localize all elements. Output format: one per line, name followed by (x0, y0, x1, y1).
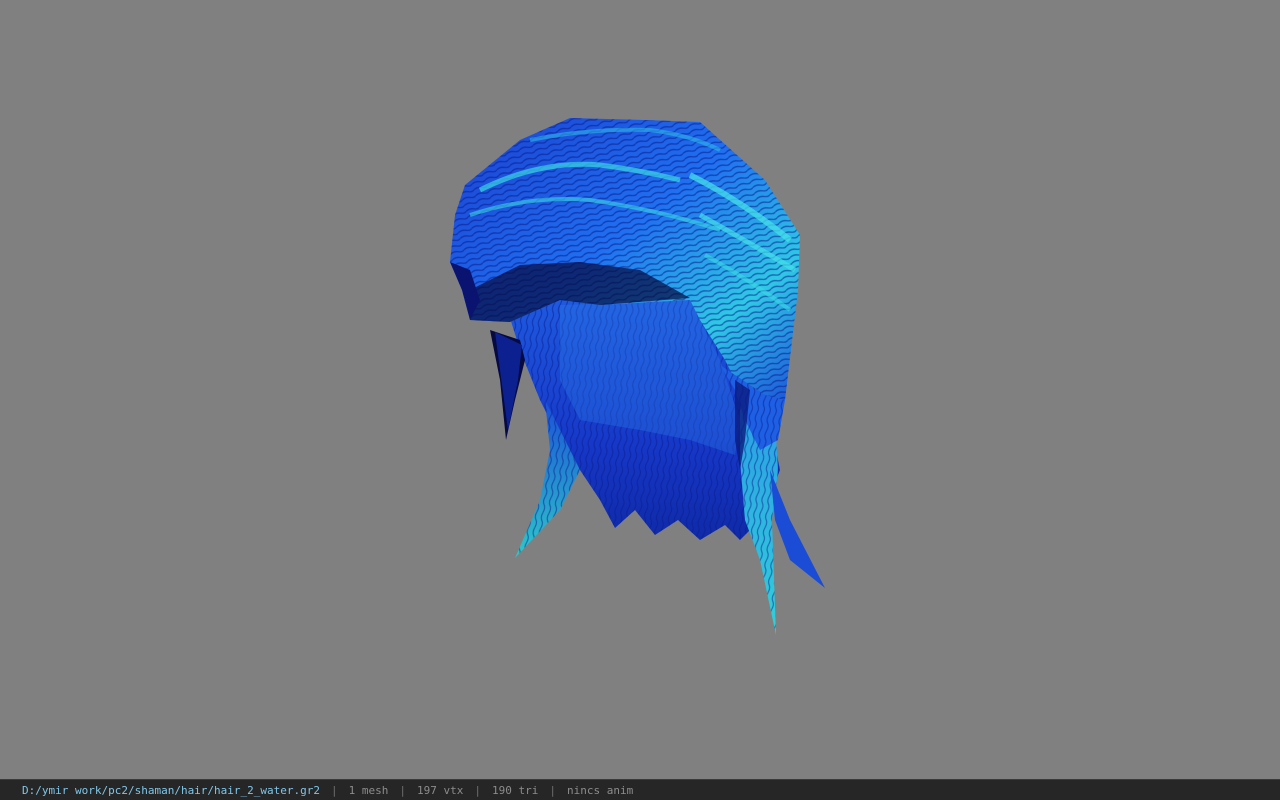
hair-model-render (450, 118, 825, 635)
animation-status-label: nincs anim (566, 783, 634, 797)
separator: | (474, 783, 481, 797)
status-bar: D:/ymir work/pc2/shaman/hair/hair_2_wate… (0, 779, 1280, 800)
separator: | (331, 783, 338, 797)
separator: | (399, 783, 407, 797)
model-viewport[interactable] (0, 0, 1280, 779)
file-path-label: D:/ymir work/pc2/shaman/hair/hair_2_wate… (22, 783, 321, 797)
triangle-count-label: 190 tri (492, 783, 539, 797)
mesh-count-label: 1 mesh (348, 783, 389, 797)
separator: | (549, 783, 556, 797)
vertex-count-label: 197 vtx (417, 783, 464, 797)
